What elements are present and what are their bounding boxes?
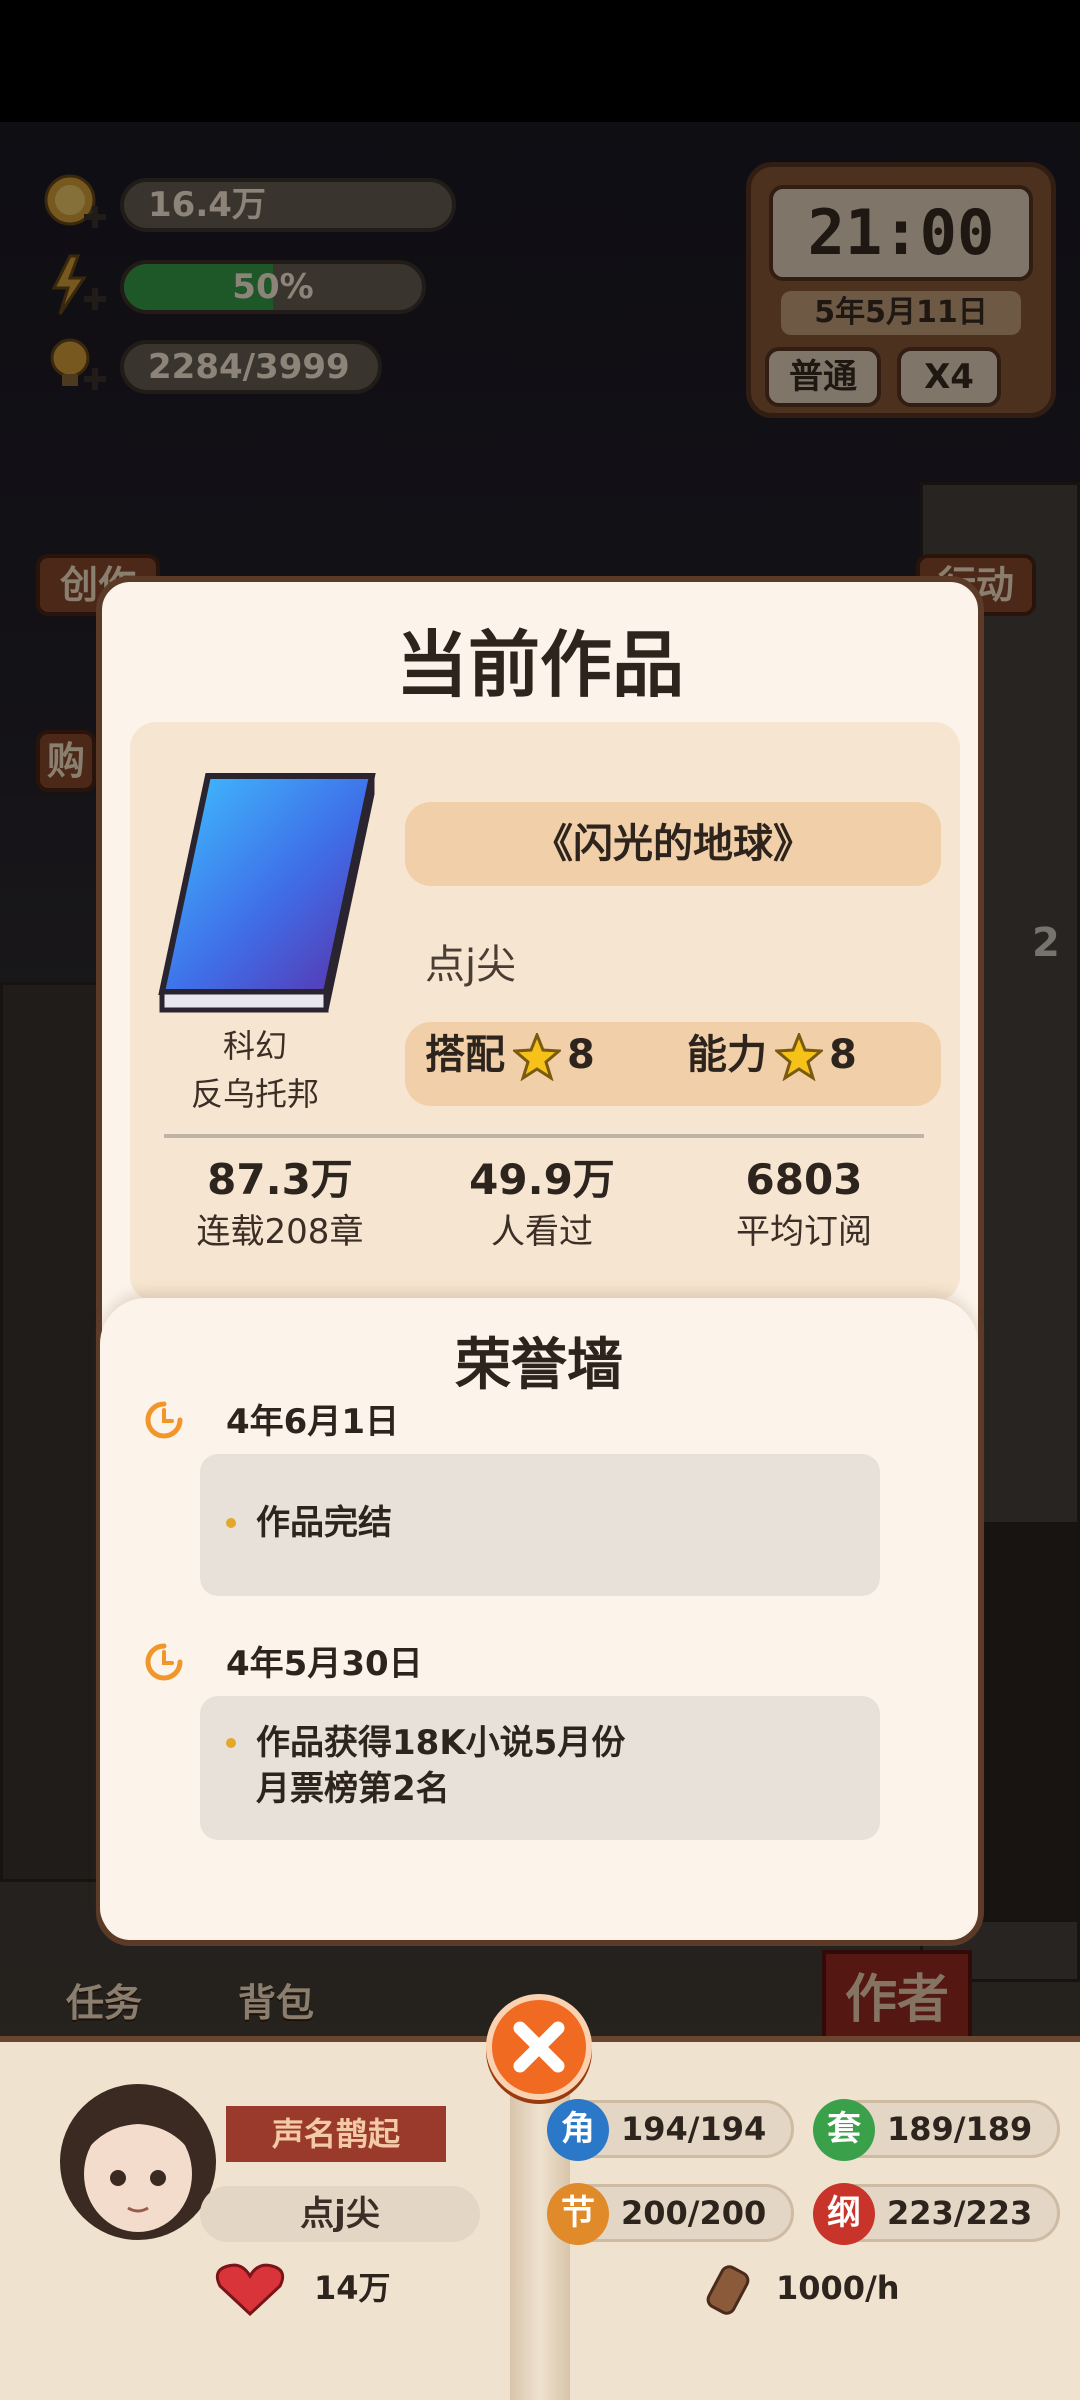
- clock-icon: [145, 1401, 183, 1439]
- honor-wall[interactable]: 荣誉墙 4年6月1日 作品完结 4年5月30日 作品获得18K小说5月份 月票榜…: [100, 1298, 978, 1938]
- routine-badge-icon: 套: [813, 2099, 875, 2161]
- subscription-label: 平均订阅: [736, 1212, 872, 1252]
- close-icon: [513, 2021, 565, 2073]
- avatar[interactable]: [56, 2070, 220, 2250]
- outline-badge-icon: 纲: [813, 2183, 875, 2245]
- resource-character: 角 194/194: [547, 2099, 794, 2161]
- stats-divider: [164, 1134, 924, 1138]
- rate-value: 1000/h: [776, 2269, 900, 2307]
- match-rating: 搭配 8: [425, 1022, 595, 1106]
- word-count-value: 87.3万: [207, 1155, 353, 1204]
- fans-counter: 14万: [214, 2258, 434, 2318]
- bullet-icon: [226, 1518, 236, 1528]
- clock-icon: [145, 1643, 183, 1681]
- event-text: 作品完结: [256, 1503, 392, 1543]
- work-title: 《闪光的地球》: [405, 802, 941, 886]
- readers-label: 人看过: [491, 1212, 593, 1252]
- event-card: 作品获得18K小说5月份 月票榜第2名: [200, 1696, 880, 1840]
- star-icon: [775, 1033, 823, 1081]
- rating-pill: 搭配 8 能力 8: [405, 1022, 941, 1106]
- star-icon: [513, 1033, 561, 1081]
- work-info-panel: 科幻 反乌托邦 《闪光的地球》 点j尖 搭配 8 能力 8 87.3万 连载208章…: [130, 722, 960, 1302]
- status-bar: [0, 0, 1080, 122]
- event-text-line-1: 作品获得18K小说5月份: [256, 1723, 626, 1763]
- work-author: 点j尖: [425, 942, 517, 988]
- word-count-stat: 87.3万 连载208章: [150, 1152, 410, 1256]
- event-text-line-2: 月票榜第2名: [256, 1769, 450, 1809]
- fans-value: 14万: [314, 2269, 391, 2307]
- ink-stick-icon: [706, 2265, 750, 2315]
- match-label: 搭配: [425, 1032, 505, 1078]
- resource-outline: 纲 223/223: [813, 2183, 1060, 2245]
- plot-badge-icon: 节: [547, 2183, 609, 2245]
- ability-value: 8: [829, 1032, 857, 1078]
- character-badge-icon: 角: [547, 2099, 609, 2161]
- close-button[interactable]: [486, 1994, 592, 2100]
- routine-value: 189/189: [887, 2110, 1033, 2148]
- event-date: 4年5月30日: [226, 1644, 423, 1684]
- chapter-count-label: 连载208章: [196, 1212, 364, 1252]
- resource-plot: 节 200/200: [547, 2183, 794, 2245]
- honor-wall-title: 荣誉墙: [455, 1333, 623, 1398]
- bullet-icon: [226, 1738, 236, 1748]
- subscription-value: 6803: [745, 1155, 863, 1204]
- ability-label: 能力: [687, 1032, 767, 1078]
- match-value: 8: [567, 1032, 595, 1078]
- readers-value: 49.9万: [469, 1155, 615, 1204]
- subgenre-text: 反乌托邦: [190, 1075, 319, 1113]
- heart-icon: [215, 2263, 285, 2316]
- profile-name: 点j尖: [200, 2186, 480, 2242]
- ability-rating: 能力 8: [687, 1022, 857, 1106]
- event-card: 作品完结: [200, 1454, 880, 1596]
- readers-stat: 49.9万 人看过: [412, 1152, 672, 1256]
- event-date: 4年6月1日: [226, 1402, 399, 1442]
- resource-routine: 套 189/189: [813, 2099, 1060, 2161]
- plot-value: 200/200: [621, 2194, 767, 2232]
- outline-value: 223/223: [887, 2194, 1033, 2232]
- modal-title: 当前作品: [395, 623, 684, 707]
- genre-text: 科幻: [222, 1027, 287, 1065]
- title-banner: 声名鹊起: [226, 2106, 446, 2162]
- book-cover-icon: [158, 773, 376, 1013]
- character-value: 194/194: [621, 2110, 767, 2148]
- production-rate: 1000/h: [700, 2258, 910, 2318]
- genre-block: 科幻 反乌托邦: [140, 1022, 370, 1118]
- subscription-stat: 6803 平均订阅: [674, 1152, 934, 1256]
